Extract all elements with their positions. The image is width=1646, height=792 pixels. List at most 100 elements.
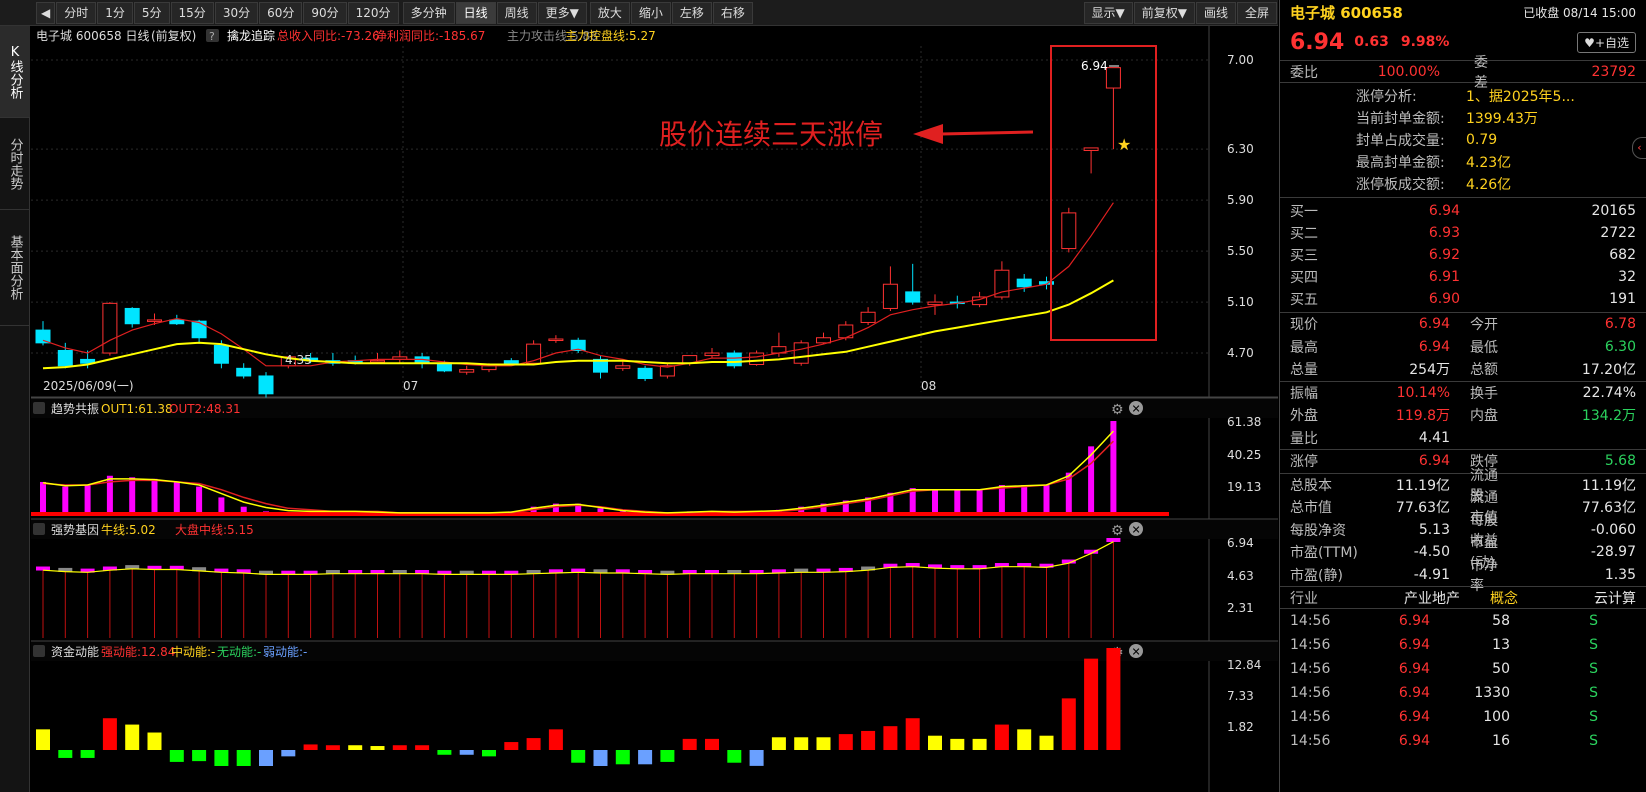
panel-collapse-icon[interactable]: ‹ bbox=[1632, 137, 1646, 159]
bid-row: 买四 6.91 32 bbox=[1280, 266, 1646, 288]
stat-label: 换手 bbox=[1470, 385, 1498, 402]
stat-value: 77.63亿 bbox=[1581, 500, 1636, 517]
period-tab[interactable]: 更多▼ bbox=[537, 1, 587, 24]
candle bbox=[124, 307, 140, 325]
stat-row: 量比 4.41 bbox=[1280, 427, 1646, 450]
indicator-f2: 净利润同比:-185.67 bbox=[375, 29, 485, 43]
candle bbox=[1061, 212, 1077, 250]
tick-time: 14:56 bbox=[1290, 661, 1331, 677]
y-tick-label: 5.10 bbox=[1227, 295, 1254, 309]
analysis-label: 涨停分析: bbox=[1356, 89, 1417, 105]
sub1-name: 趋势共振 bbox=[51, 402, 99, 416]
analysis-label: 涨停板成交额: bbox=[1356, 177, 1445, 193]
price-stats: 现价 6.94 今开 6.78 最高 6.94 最低 6.30 总量 254万 总额 17.20亿 bbox=[1280, 312, 1646, 381]
period-tab[interactable]: 1分 bbox=[97, 1, 133, 24]
tool-button[interactable]: 左移 bbox=[671, 1, 712, 24]
candle bbox=[1105, 67, 1121, 89]
limit-analysis-row: 最高封单金额: 4.23亿 bbox=[1280, 151, 1646, 173]
close-icon: ✕ bbox=[1132, 646, 1141, 659]
indicator-name: 擒龙追踪 bbox=[227, 28, 275, 43]
period-tab[interactable]: 30分 bbox=[214, 1, 259, 24]
out1-bar bbox=[40, 481, 46, 516]
tick-side: S bbox=[1589, 661, 1598, 677]
candle bbox=[905, 291, 921, 303]
money-bar bbox=[682, 738, 697, 750]
left-nav-tab[interactable]: 分时走势 bbox=[0, 118, 30, 210]
y-tick-label: 2.31 bbox=[1227, 601, 1254, 615]
industry-field[interactable]: 云计算 bbox=[1520, 588, 1636, 608]
stat-value: 6.94 bbox=[1418, 453, 1450, 470]
period-tab[interactable]: 分时 bbox=[56, 1, 97, 24]
toolbar-right-button[interactable]: 前复权▼ bbox=[1133, 1, 1195, 24]
industry-field[interactable]: 产业地产 bbox=[1370, 588, 1460, 608]
tick-side: S bbox=[1589, 709, 1598, 725]
stat-value: -4.91 bbox=[1413, 566, 1450, 583]
toolbar-right-button[interactable]: 画线 bbox=[1195, 1, 1236, 24]
money-bar bbox=[192, 750, 207, 762]
stat-label: 内盘 bbox=[1470, 408, 1498, 425]
period-tab[interactable]: 5分 bbox=[133, 1, 170, 24]
toolbar-right-button[interactable]: 全屏 bbox=[1236, 1, 1277, 24]
candle bbox=[147, 319, 162, 322]
stat-value: 1.35 bbox=[1604, 566, 1636, 583]
analysis-label: 当前封单金额: bbox=[1356, 111, 1445, 127]
chart-area[interactable]: 7.006.305.905.505.104.704.30电子城 600658 日… bbox=[31, 26, 1278, 792]
chart-canvas[interactable]: 7.006.305.905.505.104.704.30电子城 600658 日… bbox=[31, 26, 1278, 792]
left-nav-tab[interactable]: K线分析 bbox=[0, 26, 30, 118]
period-tab[interactable]: 60分 bbox=[259, 1, 303, 24]
tick-price: 6.94 bbox=[1398, 733, 1430, 749]
indicator-value: OUT2:48.31 bbox=[169, 402, 241, 416]
bid-volume: 191 bbox=[1609, 291, 1636, 307]
settings-icon: ⚙ bbox=[1111, 402, 1124, 418]
period-tab[interactable]: 周线 bbox=[496, 1, 537, 24]
tick-side: S bbox=[1589, 637, 1598, 653]
toolbar-right-button[interactable]: 显示▼ bbox=[1083, 1, 1133, 24]
money-bar bbox=[905, 718, 920, 750]
period-tab[interactable]: 90分 bbox=[303, 1, 347, 24]
tool-button[interactable]: 缩小 bbox=[630, 1, 671, 24]
left-nav-tab[interactable]: 基本面分析 bbox=[0, 210, 30, 326]
money-bar bbox=[1061, 698, 1076, 750]
money-bar bbox=[950, 738, 965, 750]
arrow-line bbox=[940, 130, 1034, 136]
bid-volume: 2722 bbox=[1600, 225, 1636, 241]
money-bar bbox=[749, 750, 764, 766]
bid-price: 6.91 bbox=[1428, 269, 1460, 285]
money-bar bbox=[883, 726, 898, 750]
tick-time: 14:56 bbox=[1290, 709, 1331, 725]
candle bbox=[191, 320, 207, 339]
right-tools: 显示▼ 前复权▼ 画线 全屏 bbox=[1083, 1, 1279, 24]
tool-button[interactable]: 放大 bbox=[589, 1, 630, 24]
add-watchlist-button[interactable]: ♥+自选 bbox=[1577, 31, 1636, 53]
period-tab[interactable]: 日线 bbox=[455, 1, 496, 24]
indicator-f1: 总收入同比:-73.26 bbox=[277, 29, 380, 43]
quote-panel: 电子城 600658 已收盘 08/14 15:00 6.94 0.63 9.9… bbox=[1279, 0, 1646, 792]
money-bar bbox=[236, 750, 251, 766]
bid-price: 6.93 bbox=[1428, 225, 1460, 241]
y-tick-label: 61.38 bbox=[1227, 415, 1261, 429]
candle bbox=[793, 342, 809, 364]
stat-value: 77.63亿 bbox=[1395, 500, 1450, 517]
tool-button[interactable]: 右移 bbox=[712, 1, 753, 24]
y-tick-label: 7.33 bbox=[1227, 689, 1254, 703]
out1-bar bbox=[129, 477, 136, 516]
money-bar bbox=[214, 750, 229, 766]
money-bar bbox=[548, 729, 563, 750]
bid-label: 买四 bbox=[1290, 270, 1318, 286]
period-tab[interactable]: 15分 bbox=[170, 1, 214, 24]
stat-value: -0.060 bbox=[1590, 521, 1636, 538]
money-bar bbox=[1106, 648, 1121, 750]
candle bbox=[637, 367, 653, 380]
money-bar bbox=[1084, 658, 1099, 750]
stat-value: 22.74% bbox=[1582, 384, 1636, 401]
y-tick-label: 1.82 bbox=[1227, 720, 1254, 734]
stat-value: 254万 bbox=[1409, 362, 1450, 379]
order-book-bids: 买一 6.94 20165 买二 6.93 2722 买三 6.92 682 买四 6.91 32 买五… bbox=[1280, 197, 1646, 312]
stat-row: 总量 254万 总额 17.20亿 bbox=[1280, 358, 1646, 381]
tick-time: 14:56 bbox=[1290, 613, 1331, 629]
collapse-button[interactable]: ◀ bbox=[36, 1, 56, 24]
period-tab[interactable]: 多分钟 bbox=[402, 1, 455, 24]
out1-bar bbox=[998, 485, 1005, 516]
period-tab[interactable]: 120分 bbox=[347, 1, 399, 24]
weibi-label: 委比 bbox=[1290, 64, 1318, 81]
